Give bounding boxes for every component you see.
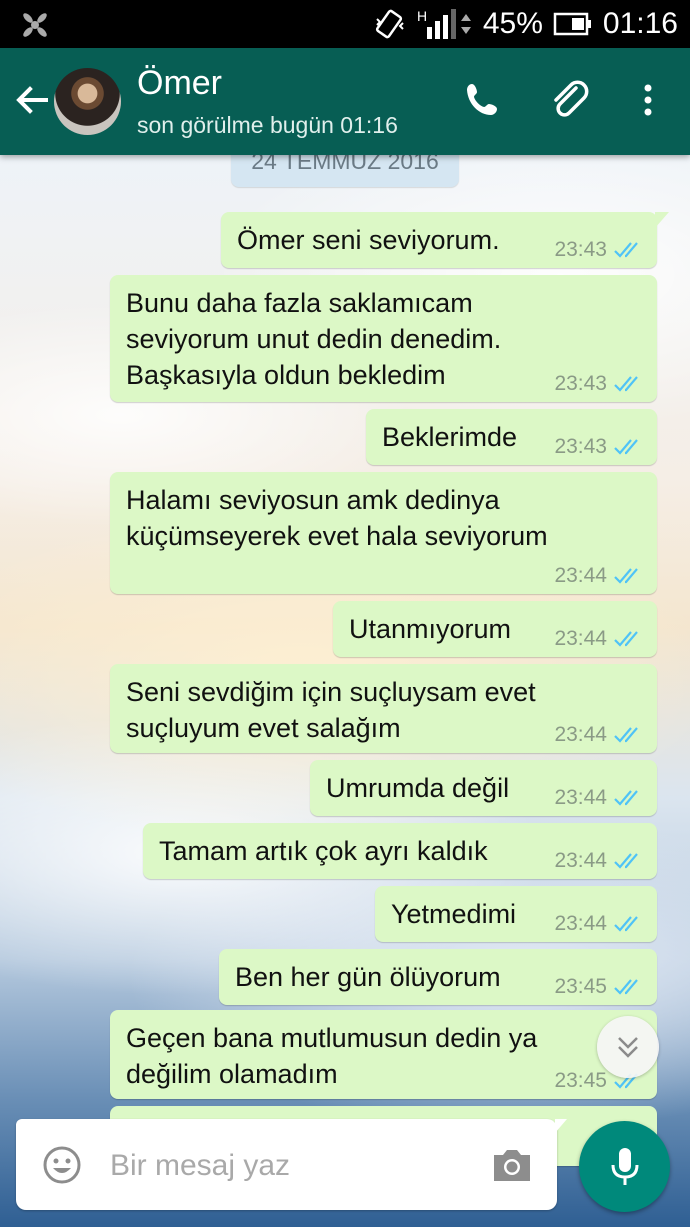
message-time: 23:44 [554, 912, 607, 935]
date-chip: 24 TEMMUZ 2016 [231, 155, 459, 187]
message-bubble[interactable]: Seni sevdiğim için suçluysam evet suçluy… [110, 664, 657, 753]
network-type-label: H [417, 8, 427, 24]
double-check-icon [614, 439, 638, 455]
message-time: 23:44 [554, 564, 607, 587]
message-bubble[interactable]: Tamam artık çok ayrı kaldık 23:44 [143, 823, 657, 879]
double-check-icon [614, 916, 638, 932]
message-text: Umrumda değil [326, 773, 510, 803]
message-text: Bunu daha fazla saklamıcam seviyorum unu… [126, 288, 502, 390]
contact-name[interactable]: Ömer [137, 64, 222, 103]
back-arrow-icon[interactable] [10, 78, 54, 122]
message-time: 23:44 [554, 627, 607, 650]
battery-percent: 45% [482, 7, 543, 40]
message-bubble[interactable]: Halamı seviyosun amk dedinya küçümseyere… [110, 472, 657, 594]
camera-icon[interactable] [490, 1145, 534, 1185]
scroll-down-button[interactable] [597, 1016, 659, 1078]
double-check-icon [614, 727, 638, 743]
message-text: Geçen bana mutlumusun dedin ya değilim o… [126, 1023, 538, 1089]
double-check-icon [614, 790, 638, 806]
battery-icon [553, 12, 591, 36]
message-time: 23:44 [554, 786, 607, 809]
message-bubble[interactable]: Ben her gün ölüyorum 23:45 [219, 949, 657, 1005]
message-text: Ömer seni seviyorum. [237, 225, 500, 255]
message-bubble[interactable]: Yetmedimi 23:44 [375, 886, 657, 942]
chat-area[interactable]: 24 TEMMUZ 2016 Ömer seni seviyorum. 23:4… [0, 155, 690, 1227]
message-text: Ben her gün ölüyorum [235, 962, 501, 992]
double-check-icon [614, 568, 638, 584]
double-check-icon [614, 242, 638, 258]
message-time: 23:43 [554, 435, 607, 458]
signal-icon: H [417, 8, 471, 39]
message-time: 23:45 [554, 1069, 607, 1092]
attach-icon[interactable] [548, 78, 592, 122]
scroll-down-icon [618, 1037, 638, 1058]
message-time: 23:44 [554, 723, 607, 746]
message-composer [16, 1119, 567, 1210]
emoji-icon[interactable] [41, 1144, 83, 1186]
chat-header: Ömer son görülme bugün 01:16 [0, 48, 690, 155]
more-icon[interactable] [626, 78, 670, 122]
call-icon[interactable] [461, 78, 505, 122]
message-bubble[interactable]: Bunu daha fazla saklamıcam seviyorum unu… [110, 275, 657, 402]
app-notification-icon [23, 13, 47, 37]
message-text: Seni sevdiğim için suçluysam evet suçluy… [126, 677, 536, 743]
status-bar: H 45% 01:16 [0, 0, 690, 48]
double-check-icon [614, 979, 638, 995]
mic-icon [611, 1147, 638, 1185]
avatar[interactable] [54, 68, 121, 135]
message-text: Beklerimde [382, 422, 518, 452]
message-bubble[interactable]: Ömer seni seviyorum. 23:43 [221, 212, 669, 268]
message-input[interactable] [108, 1139, 472, 1193]
message-text: Tamam artık çok ayrı kaldık [159, 836, 488, 866]
message-time: 23:43 [554, 238, 607, 261]
last-seen-status: son görülme bugün 01:16 [137, 112, 398, 138]
message-time: 23:45 [554, 975, 607, 998]
message-bubble[interactable]: Beklerimde 23:43 [366, 409, 657, 465]
double-check-icon [614, 853, 638, 869]
double-check-icon [614, 631, 638, 647]
mic-button[interactable] [579, 1121, 670, 1212]
message-time: 23:43 [554, 372, 607, 395]
message-text: Utanmıyorum [349, 614, 512, 644]
message-text: Halamı seviyosun amk dedinya küçümseyere… [126, 485, 548, 551]
message-text: Yetmedimi [391, 899, 517, 929]
message-time: 23:44 [554, 849, 607, 872]
message-bubble[interactable]: Geçen bana mutlumusun dedin ya değilim o… [110, 1010, 657, 1099]
double-check-icon [614, 376, 638, 392]
vibrate-icon [375, 9, 404, 39]
clock: 01:16 [602, 7, 678, 40]
message-bubble[interactable]: Utanmıyorum 23:44 [333, 601, 657, 657]
message-bubble[interactable]: Umrumda değil 23:44 [310, 760, 657, 816]
